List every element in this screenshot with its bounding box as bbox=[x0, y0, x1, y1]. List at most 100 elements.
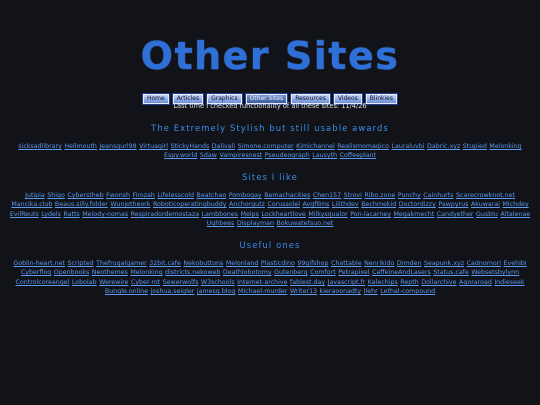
site-link[interactable]: kieraoonadty bbox=[320, 288, 361, 295]
site-link[interactable]: Lifelesscold bbox=[157, 192, 194, 199]
site-link[interactable]: Shigo bbox=[47, 192, 65, 199]
site-link[interactable]: Scarecrowknot.net bbox=[456, 192, 515, 199]
site-link[interactable]: Strovi bbox=[344, 192, 362, 199]
site-link[interactable]: Bemachacities bbox=[264, 192, 310, 199]
site-link[interactable]: Status.cafe bbox=[433, 269, 468, 276]
site-link[interactable]: Dabric.xyz bbox=[427, 143, 460, 150]
site-link[interactable]: Kalechips bbox=[368, 279, 398, 286]
site-link[interactable]: Writer13 bbox=[290, 288, 317, 295]
site-link[interactable]: Controlcoreangel bbox=[16, 279, 70, 286]
site-link[interactable]: Werewire bbox=[99, 279, 128, 286]
site-link[interactable]: Melonking bbox=[130, 269, 162, 276]
site-link[interactable]: Simone.computer bbox=[238, 143, 294, 150]
site-link[interactable]: Cyber-rot bbox=[131, 279, 160, 286]
site-link[interactable]: Goblin-heart.net bbox=[13, 260, 65, 267]
site-link[interactable]: Lambbones bbox=[202, 211, 239, 218]
site-link[interactable]: W3schools bbox=[201, 279, 235, 286]
site-link[interactable]: Firozah bbox=[133, 192, 155, 199]
site-link[interactable]: Cainhurts bbox=[423, 192, 453, 199]
site-link[interactable]: Ughbees bbox=[207, 220, 235, 227]
site-link[interactable]: Chattable bbox=[331, 260, 362, 267]
site-link[interactable]: Bechmekid bbox=[361, 201, 396, 208]
site-link[interactable]: 99gifshop bbox=[297, 260, 328, 267]
site-link[interactable]: Lilithdev bbox=[332, 201, 359, 208]
site-link[interactable]: Comfort bbox=[310, 269, 336, 276]
site-link[interactable]: Plasticdino bbox=[261, 260, 295, 267]
site-link[interactable]: Javascript.fr bbox=[328, 279, 366, 286]
site-link[interactable]: Nenrikido bbox=[364, 260, 394, 267]
site-link[interactable]: Cyberflog bbox=[21, 269, 51, 276]
site-link[interactable]: Jutipia bbox=[25, 192, 45, 199]
site-link[interactable]: Petrapixel bbox=[338, 269, 369, 276]
site-link[interactable]: Pseudeograph bbox=[265, 152, 310, 159]
site-link[interactable]: Displayman bbox=[237, 220, 274, 227]
site-link[interactable]: Respiradordemostaza bbox=[131, 211, 199, 218]
site-link[interactable]: Sewerwolfs bbox=[163, 279, 199, 286]
site-link[interactable]: jamesg.blog bbox=[197, 288, 236, 295]
site-link[interactable]: Seapunk.xyz bbox=[424, 260, 464, 267]
site-link[interactable]: Evehibi bbox=[504, 260, 527, 267]
site-link[interactable]: Milkysqualor bbox=[308, 211, 347, 218]
site-link[interactable]: Michael-murder bbox=[238, 288, 287, 295]
site-link[interactable]: Megakmecht bbox=[393, 211, 434, 218]
site-link[interactable]: Websetsbylynn bbox=[471, 269, 519, 276]
site-link[interactable]: Avgfilms bbox=[303, 201, 330, 208]
site-link[interactable]: Altalenae bbox=[500, 211, 530, 218]
site-link[interactable]: Doctordizzy bbox=[399, 201, 436, 208]
site-link[interactable]: Cyberstheb bbox=[67, 192, 103, 199]
site-link[interactable]: Chen157 bbox=[313, 192, 341, 199]
site-link[interactable]: EvilReuts bbox=[10, 211, 39, 218]
site-link[interactable]: Beaus.silly.folder bbox=[55, 201, 108, 208]
site-link[interactable]: Pon-lacarney bbox=[350, 211, 391, 218]
site-link[interactable]: Jeansgurl98 bbox=[99, 143, 136, 150]
site-link[interactable]: Punchy bbox=[398, 192, 421, 199]
site-link[interactable]: Melonking bbox=[489, 143, 521, 150]
site-link[interactable]: Candyether bbox=[437, 211, 474, 218]
site-link[interactable]: Ratts bbox=[63, 211, 79, 218]
site-link[interactable]: Agoraroad bbox=[459, 279, 492, 286]
site-link[interactable]: Akuwarai bbox=[471, 201, 500, 208]
site-link[interactable]: Virtuagirl bbox=[139, 143, 168, 150]
site-link[interactable]: Michdey bbox=[502, 201, 528, 208]
site-link[interactable]: Pawpyrus bbox=[438, 201, 468, 208]
site-link[interactable]: Realismomagico bbox=[337, 143, 389, 150]
site-link[interactable]: Lethal-compound bbox=[380, 288, 435, 295]
site-link[interactable]: Fwonsh bbox=[106, 192, 130, 199]
site-link[interactable]: Stupied bbox=[463, 143, 487, 150]
site-link[interactable]: Indieseek bbox=[494, 279, 524, 286]
site-link[interactable]: Gusblu bbox=[476, 211, 498, 218]
site-link[interactable]: Pombogay bbox=[229, 192, 262, 199]
site-link[interactable]: Openbooks bbox=[54, 269, 89, 276]
site-link[interactable]: Lydels bbox=[41, 211, 61, 218]
site-link[interactable]: Sdaw bbox=[200, 152, 217, 159]
site-link[interactable]: Melps bbox=[241, 211, 259, 218]
site-link[interactable]: Dalivali bbox=[212, 143, 235, 150]
site-link[interactable]: Dimden bbox=[397, 260, 422, 267]
site-link[interactable]: Ilehr bbox=[364, 288, 378, 295]
site-link[interactable]: Dollarchive bbox=[421, 279, 456, 286]
site-link[interactable]: Beatchao bbox=[197, 192, 227, 199]
site-link[interactable]: Neothemes bbox=[92, 269, 128, 276]
site-link[interactable]: fablest.day bbox=[290, 279, 325, 286]
site-link[interactable]: Deathlobotomy bbox=[223, 269, 272, 276]
site-link[interactable]: CaffeineAndLasers bbox=[372, 269, 431, 276]
site-link[interactable]: Internet-archive bbox=[237, 279, 287, 286]
site-link[interactable]: Melody-nomas bbox=[82, 211, 128, 218]
site-link[interactable]: Vampiresnest bbox=[219, 152, 262, 159]
site-link[interactable]: Coffeeplant bbox=[340, 152, 376, 159]
site-link[interactable]: StickyHands bbox=[171, 143, 210, 150]
site-link[interactable]: Mancika.club bbox=[11, 201, 52, 208]
site-link[interactable]: Espy.world bbox=[164, 152, 197, 159]
site-link[interactable]: Wunjotheork bbox=[110, 201, 150, 208]
site-link[interactable]: Bokuwatetsuo.net bbox=[277, 220, 334, 227]
site-link[interactable]: joshua.seigler bbox=[151, 288, 195, 295]
site-link[interactable]: Lauraluvbi bbox=[391, 143, 424, 150]
site-link[interactable]: Lausyth bbox=[312, 152, 337, 159]
site-link[interactable]: Corussolel bbox=[267, 201, 300, 208]
site-link[interactable]: Lockheartlove bbox=[261, 211, 305, 218]
site-link[interactable]: Kimichannel bbox=[296, 143, 335, 150]
site-link[interactable]: Bungle.online bbox=[105, 288, 148, 295]
site-link[interactable]: Gutenberg bbox=[274, 269, 308, 276]
site-link[interactable]: 32bit.cafe bbox=[149, 260, 181, 267]
site-link[interactable]: Cadnomori bbox=[467, 260, 501, 267]
